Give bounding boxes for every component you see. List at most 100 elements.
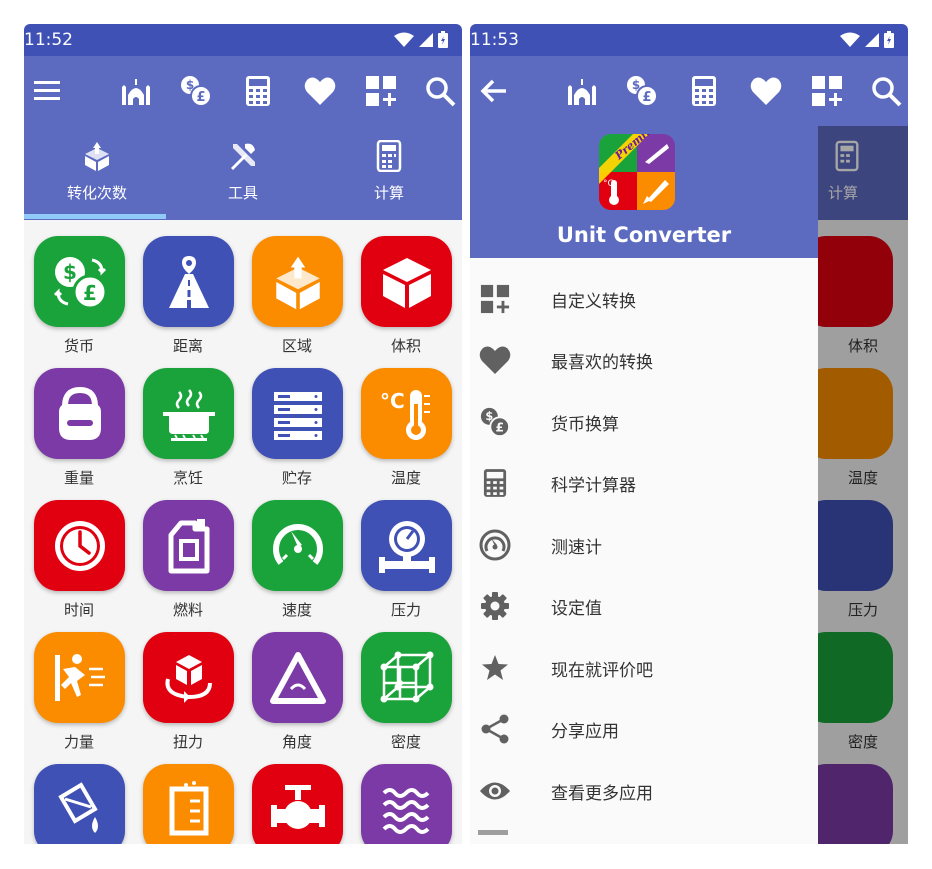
grid-item-beaker[interactable] — [138, 748, 238, 844]
bucket-icon — [57, 781, 98, 833]
star-icon — [478, 651, 512, 685]
heart-icon[interactable] — [302, 73, 338, 109]
calculator-icon[interactable] — [240, 73, 276, 109]
grid-item-storage[interactable]: 贮存 — [247, 352, 347, 487]
menu-item-label: 查看更多应用 — [551, 784, 653, 804]
app-logo: Premium °C — [599, 134, 675, 210]
tile — [34, 500, 125, 591]
svg-text:$: $ — [63, 260, 77, 284]
currency-exchange-icon[interactable]: $ £ — [178, 73, 214, 109]
main-screen: 11:52 $ £ 转化次数 工具 计算 $ £ 货币 距离 区域 体积 重量 … — [24, 24, 462, 844]
drawer-scrim[interactable] — [818, 126, 908, 844]
mosque-icon[interactable] — [564, 73, 600, 109]
app-toolbar: $ £ — [24, 56, 462, 126]
menu-icon[interactable] — [30, 73, 66, 109]
svg-text:£: £ — [642, 90, 651, 105]
grid-item-torque[interactable]: 扭力 — [138, 616, 238, 751]
grid-item-pressure[interactable]: 压力 — [356, 484, 456, 619]
search-icon[interactable] — [422, 73, 458, 109]
grid-item-density[interactable]: 密度 — [356, 616, 456, 751]
custom-grid-icon[interactable] — [363, 73, 399, 109]
grid-item-valve[interactable] — [247, 748, 347, 844]
convert-cube-icon — [85, 142, 109, 171]
grid-item-currency[interactable]: $ £ 货币 — [29, 220, 129, 355]
tab-tools[interactable]: 工具 — [170, 126, 316, 220]
signal-icon — [419, 32, 433, 47]
svg-text:$: $ — [485, 410, 493, 423]
grid-item-fuel[interactable]: 燃料 — [138, 484, 238, 619]
calculator-icon — [376, 140, 402, 172]
drawer-app-title: Unit Converter — [556, 223, 732, 247]
menu-item-settings[interactable]: 设定值 — [470, 575, 818, 636]
grid-item-weight[interactable]: 重量 — [29, 352, 129, 487]
area-icon — [275, 256, 320, 309]
grid-item-waves[interactable] — [356, 748, 456, 844]
mosque-icon[interactable] — [118, 73, 154, 109]
menu-item-speedometer[interactable]: 测速计 — [470, 514, 818, 575]
menu-item-currency[interactable]: $ £ 货币换算 — [470, 391, 818, 452]
speedometer-icon — [272, 523, 323, 565]
battery-icon — [884, 31, 894, 48]
menu-item-rate[interactable]: 现在就评价吧 — [470, 637, 818, 698]
search-icon[interactable] — [868, 73, 904, 109]
drawer-header: Premium °C Unit Converter — [470, 126, 818, 258]
storage-icon — [273, 391, 322, 440]
menu-item-label: 测速计 — [551, 538, 602, 558]
menu-item-share[interactable]: 分享应用 — [470, 698, 818, 759]
grid-item-distance[interactable]: 距离 — [138, 220, 238, 355]
grid-item-area[interactable]: 区域 — [247, 220, 347, 355]
tile — [252, 368, 343, 459]
partial-menu-icon — [478, 830, 508, 844]
menu-item-label: 自定义转换 — [551, 292, 636, 312]
grid-item-cooking[interactable]: 烹饪 — [138, 352, 238, 487]
eye-icon — [478, 774, 512, 808]
grid-item-temperature[interactable]: °C 温度 — [356, 352, 456, 487]
road-icon — [168, 255, 209, 308]
tab-label: 工具 — [227, 184, 258, 202]
menu-item-label: 货币换算 — [551, 415, 619, 435]
heart-icon — [478, 343, 512, 377]
currency-exchange-icon[interactable]: $ £ — [624, 73, 660, 109]
menu-item-scientific-calculator[interactable]: 科学计算器 — [470, 452, 818, 513]
tile — [143, 500, 234, 591]
status-time: 11:52 — [24, 30, 73, 50]
heart-icon[interactable] — [748, 73, 784, 109]
currency-exchange-icon: $ £ — [478, 405, 512, 439]
tab-label: 计算 — [373, 184, 404, 202]
drawer-screen: 11:53 $ £ 计算 体积 温度 压力 密度 °C Unit Convert… — [470, 24, 908, 844]
calculator-icon[interactable] — [686, 73, 722, 109]
menu-item-label: 现在就评价吧 — [551, 661, 653, 681]
tile — [252, 632, 343, 723]
back-arrow-icon[interactable] — [476, 73, 512, 109]
menu-item-custom-conversion[interactable]: 自定义转换 — [470, 268, 818, 329]
tile: $ £ — [34, 236, 125, 327]
grid-item-speed[interactable]: 速度 — [247, 484, 347, 619]
angle-icon — [269, 651, 326, 704]
tab-calculations[interactable]: 计算 — [316, 126, 462, 220]
tile — [34, 764, 125, 844]
grid-item-force[interactable]: 力量 — [29, 616, 129, 751]
gear-icon — [478, 589, 512, 623]
menu-item-more-apps[interactable]: 查看更多应用 — [470, 760, 818, 821]
beaker-icon — [169, 780, 208, 835]
speedometer-icon — [478, 528, 512, 562]
grid-item-angle[interactable]: 角度 — [247, 616, 347, 751]
custom-grid-icon[interactable] — [809, 73, 845, 109]
tile — [361, 236, 452, 327]
status-bar: 11:52 — [24, 24, 462, 56]
wifi-icon — [394, 32, 414, 47]
weight-icon — [58, 386, 101, 440]
svg-text:°C: °C — [603, 179, 614, 189]
wifi-icon — [840, 32, 860, 47]
svg-text:$: $ — [186, 78, 194, 92]
grid-item-volume[interactable]: 体积 — [356, 220, 456, 355]
app-toolbar: $ £ — [470, 56, 908, 126]
custom-grid-icon — [478, 282, 512, 316]
tile — [361, 764, 452, 844]
svg-text:£: £ — [196, 90, 205, 105]
grid-item-bucket[interactable] — [29, 748, 129, 844]
grid-item-time[interactable]: 时间 — [29, 484, 129, 619]
menu-item-favorites[interactable]: 最喜欢的转换 — [470, 329, 818, 390]
tab-conversions[interactable]: 转化次数 — [24, 126, 170, 220]
cube-icon — [382, 257, 431, 308]
